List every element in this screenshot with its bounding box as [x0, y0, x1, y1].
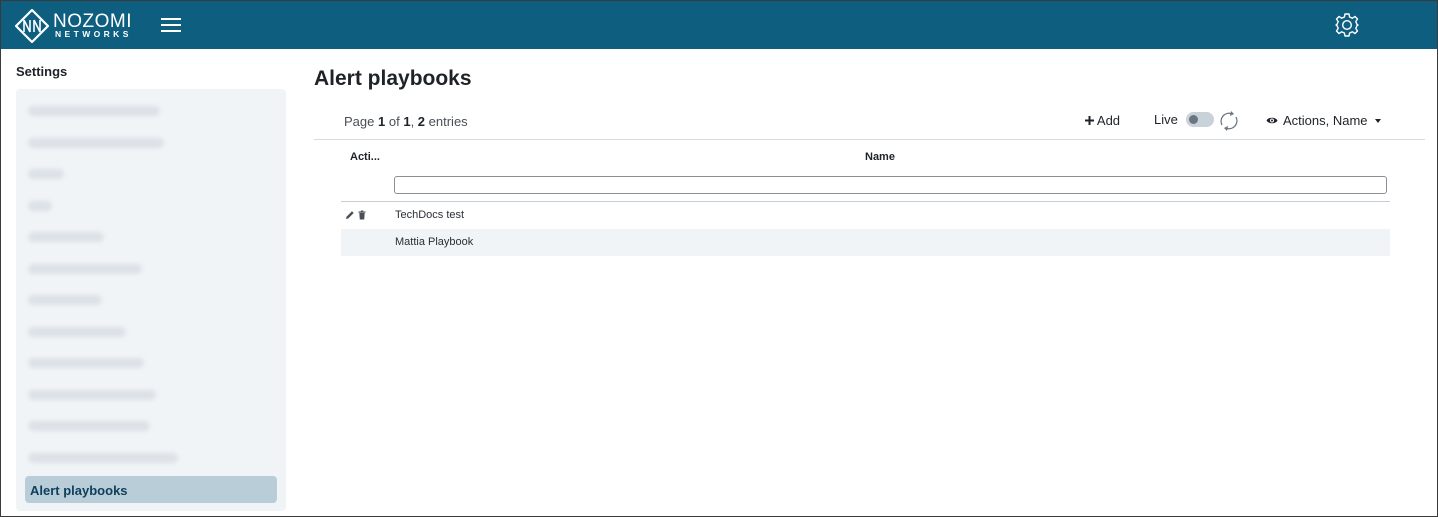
sidebar-item-label: Alert playbooks	[30, 483, 128, 498]
sidebar-item-blurred[interactable]	[28, 201, 52, 211]
sidebar-item-blurred[interactable]	[28, 232, 104, 242]
brand-subname: NETWORKS	[55, 29, 132, 39]
sidebar-item-blurred[interactable]	[28, 169, 64, 179]
row-name: Mattia Playbook	[395, 236, 474, 248]
pager-total-pages: 1	[403, 114, 411, 129]
column-visibility-label: Actions, Name	[1283, 113, 1368, 128]
sidebar-item-blurred[interactable]	[28, 421, 150, 431]
gear-icon[interactable]	[1334, 12, 1360, 38]
column-header-actions[interactable]: Acti...	[350, 151, 380, 163]
pager-prefix: Page	[344, 114, 375, 129]
settings-sidebar: Alert playbooks	[16, 89, 286, 511]
add-button-label: Add	[1096, 113, 1121, 128]
chevron-down-icon	[1374, 118, 1381, 123]
toggle-knob	[1189, 115, 1198, 124]
add-button[interactable]: Add	[1085, 113, 1120, 128]
hamburger-icon[interactable]	[159, 15, 183, 35]
sidebar-item-blurred[interactable]	[28, 453, 178, 463]
toolbar-divider	[314, 139, 1425, 140]
edit-icon[interactable]	[345, 210, 355, 220]
column-header-name[interactable]: Name	[865, 151, 895, 163]
plus-icon	[1085, 116, 1094, 125]
sidebar-title: Settings	[16, 64, 68, 79]
sidebar-item-blurred[interactable]	[28, 390, 156, 400]
table-row[interactable]: TechDocs test	[341, 202, 1390, 229]
live-label: Live	[1154, 112, 1178, 127]
sidebar-item-blurred[interactable]	[28, 358, 144, 368]
sidebar-item-blurred[interactable]	[28, 138, 164, 148]
sidebar-item-blurred[interactable]	[28, 327, 126, 337]
live-toggle[interactable]	[1186, 112, 1214, 127]
pagination-info: Page 1 of 1, 2 entries	[344, 114, 468, 129]
sidebar-item-blurred[interactable]	[28, 264, 142, 274]
eye-icon	[1266, 117, 1278, 124]
table-row[interactable]: Mattia Playbook	[341, 229, 1390, 256]
refresh-icon[interactable]	[1217, 110, 1241, 132]
nozomi-logo[interactable]: NOZOMI NETWORKS	[15, 9, 137, 43]
sidebar-item-blurred[interactable]	[28, 295, 102, 305]
pager-current-page: 1	[378, 114, 386, 129]
page-title: Alert playbooks	[314, 67, 472, 90]
trash-icon[interactable]	[357, 210, 367, 220]
row-name: TechDocs test	[395, 209, 465, 221]
name-filter-input[interactable]	[394, 176, 1387, 194]
sidebar-item-alert-playbooks[interactable]: Alert playbooks	[25, 476, 277, 503]
pager-suffix: entries	[428, 114, 468, 129]
pager-of: of	[388, 114, 400, 129]
nozomi-logo-mark-icon	[15, 9, 49, 43]
sidebar-item-blurred[interactable]	[28, 106, 160, 116]
top-navigation-bar: NOZOMI NETWORKS	[1, 1, 1437, 49]
pager-entry-count: 2	[417, 114, 426, 129]
column-visibility-dropdown[interactable]: Actions, Name	[1266, 113, 1381, 128]
